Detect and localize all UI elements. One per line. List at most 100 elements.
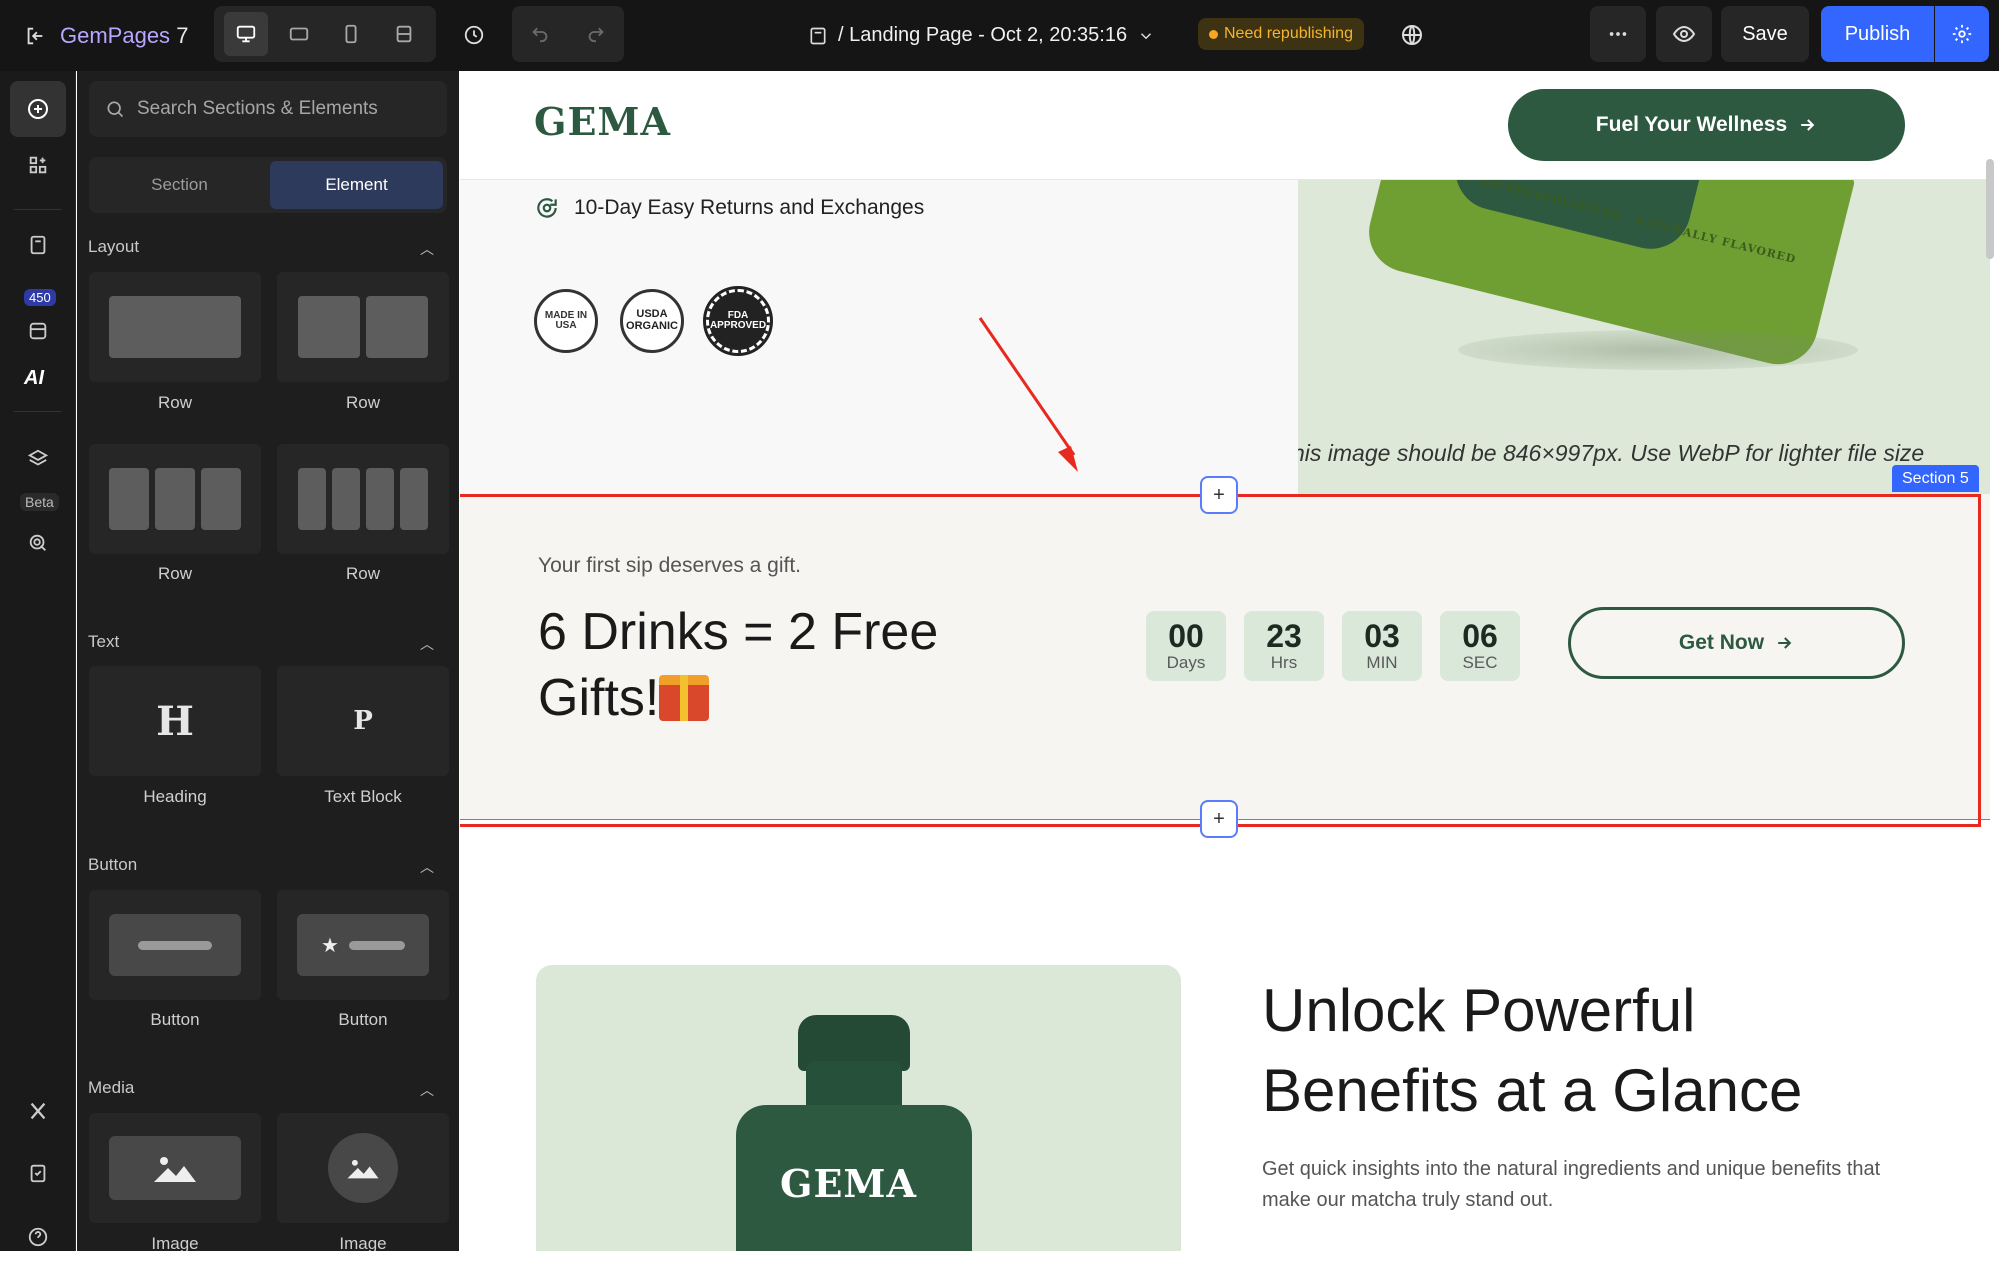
- language-button[interactable]: [1390, 13, 1434, 57]
- publish-settings-button[interactable]: [1935, 6, 1989, 62]
- section-label-tag[interactable]: Section 5: [1892, 465, 1979, 492]
- benefit-product-image[interactable]: GEMA: [536, 965, 1181, 1251]
- rail-apps[interactable]: [10, 137, 66, 193]
- collapse-text-icon[interactable]: ︿: [420, 634, 434, 654]
- benefits-text[interactable]: Get quick insights into the natural ingr…: [1262, 1154, 1922, 1216]
- rail-add-elements[interactable]: [10, 81, 66, 137]
- promo-subtitle[interactable]: Your first sip deserves a gift.: [538, 554, 801, 578]
- search-icon: [107, 101, 124, 118]
- redo-icon[interactable]: [585, 21, 607, 48]
- rail-x-tool[interactable]: [10, 1083, 66, 1139]
- paragraph-icon: P: [353, 706, 373, 736]
- tile-label: Button: [150, 1010, 200, 1029]
- ai-icon[interactable]: AI: [24, 367, 44, 390]
- get-now-button[interactable]: Get Now: [1568, 607, 1905, 679]
- exit-icon[interactable]: [24, 25, 46, 47]
- add-section-above-button[interactable]: +: [1200, 476, 1238, 514]
- icon-button-element[interactable]: ★: [277, 890, 449, 1000]
- mobile-view-button[interactable]: [329, 12, 373, 56]
- add-section-below-button[interactable]: +: [1200, 800, 1238, 838]
- mobile-icon: [345, 24, 357, 44]
- tile-label: Heading: [143, 787, 207, 806]
- collapse-button-icon[interactable]: ︿: [420, 857, 434, 877]
- certification-badges: MADE IN USA USDA ORGANIC FDA APPROVED: [534, 286, 773, 356]
- more-button[interactable]: [1590, 6, 1646, 62]
- left-rail: 450 AI Beta: [0, 71, 76, 1251]
- publish-button[interactable]: Publish: [1821, 6, 1934, 62]
- collapse-media-icon[interactable]: ︿: [420, 1080, 434, 1100]
- page-title: / Landing Page - Oct 2, 20:35:16: [838, 24, 1128, 46]
- rail-pages[interactable]: [10, 217, 66, 273]
- returns-icon: [537, 198, 557, 218]
- brand: GemPages 7: [24, 0, 188, 71]
- tile-label: Image: [151, 1234, 199, 1251]
- arrow-right-icon: [1801, 119, 1815, 131]
- benefits-heading[interactable]: Unlock Powerful Benefits at a Glance: [1262, 971, 1902, 1131]
- tab-section[interactable]: Section: [93, 161, 266, 209]
- timer-unit: SEC: [1462, 653, 1498, 672]
- undo-redo-group: [512, 6, 624, 62]
- layout-row-4col[interactable]: [277, 444, 449, 554]
- gift-icon: [659, 675, 710, 721]
- timer-value: 00: [1168, 618, 1204, 654]
- column-block: [332, 468, 360, 530]
- undo-icon[interactable]: [529, 21, 551, 48]
- image-size-note: his image should be 846×997px. Use WebP …: [1298, 440, 1925, 466]
- history-button[interactable]: [452, 13, 496, 57]
- timer-value: 06: [1462, 618, 1498, 654]
- page-icon: [810, 27, 826, 44]
- rail-layers[interactable]: [10, 431, 66, 487]
- hero-product-image[interactable]: NO PRESERVATIVES · NATURALLY FLAVORED hi…: [1298, 180, 1990, 494]
- timer-days: 00 Days: [1146, 611, 1226, 681]
- tile-label: Button: [338, 1010, 388, 1029]
- category-button-title: Button: [88, 855, 138, 874]
- apps-icon: [29, 156, 47, 174]
- promo-heading[interactable]: 6 Drinks = 2 Free Gifts!: [538, 599, 1018, 731]
- rail-beta-tool[interactable]: [10, 515, 66, 571]
- fit-view-button[interactable]: [382, 12, 426, 56]
- column-block: [155, 468, 195, 530]
- heading-icon: H: [156, 697, 194, 745]
- rail-checklist[interactable]: [10, 1145, 66, 1201]
- layout-row-3col[interactable]: [89, 444, 261, 554]
- round-image-element[interactable]: [277, 1113, 449, 1223]
- x-icon: [30, 1102, 46, 1120]
- fuel-wellness-button[interactable]: Fuel Your Wellness: [1508, 89, 1905, 161]
- rail-help[interactable]: [10, 1209, 66, 1265]
- rail-library[interactable]: [10, 303, 66, 359]
- collapse-layout-icon[interactable]: ︿: [420, 239, 434, 259]
- countdown-timer[interactable]: 00 Days 23 Hrs 03 MIN 06 SEC: [1146, 611, 1520, 681]
- promo-section[interactable]: Your first sip deserves a gift. 6 Drinks…: [460, 494, 1990, 819]
- returns-text: 10-Day Easy Returns and Exchanges: [574, 196, 925, 219]
- layout-row-2col[interactable]: [277, 272, 449, 382]
- column-block: [366, 468, 394, 530]
- preview-button[interactable]: [1656, 6, 1712, 62]
- desktop-view-button[interactable]: [224, 12, 269, 56]
- column-block: [366, 296, 428, 358]
- tab-element[interactable]: Element: [270, 161, 443, 209]
- image-icon: [347, 1159, 379, 1179]
- text-block-element[interactable]: P: [277, 666, 449, 776]
- page-selector[interactable]: / Landing Page - Oct 2, 20:35:16: [808, 0, 1155, 71]
- category-media-title: Media: [88, 1078, 135, 1097]
- button-element[interactable]: [89, 890, 261, 1000]
- tablet-landscape-button[interactable]: [277, 12, 321, 56]
- column-block: [298, 468, 326, 530]
- fuel-wellness-label: Fuel Your Wellness: [1595, 113, 1788, 136]
- button-preview: [109, 914, 241, 976]
- status-badge: Need republishing: [1198, 18, 1364, 50]
- heading-element[interactable]: H: [89, 666, 261, 776]
- image-element[interactable]: [89, 1113, 261, 1223]
- canvas-scrollbar[interactable]: [1986, 159, 1994, 259]
- usda-organic-badge: USDA ORGANIC: [620, 289, 684, 353]
- search-input[interactable]: [137, 98, 427, 120]
- bottle-logo: GEMA: [780, 1161, 917, 1206]
- layout-row-1col[interactable]: [89, 272, 261, 382]
- library-icon: [29, 322, 47, 340]
- returns-row: 10-Day Easy Returns and Exchanges: [534, 195, 924, 221]
- beta-badge: Beta: [20, 493, 59, 511]
- save-button[interactable]: Save: [1721, 6, 1809, 62]
- category-layout-title: Layout: [88, 237, 140, 256]
- site-logo[interactable]: GEMA: [534, 99, 671, 144]
- star-icon: ★: [321, 934, 339, 957]
